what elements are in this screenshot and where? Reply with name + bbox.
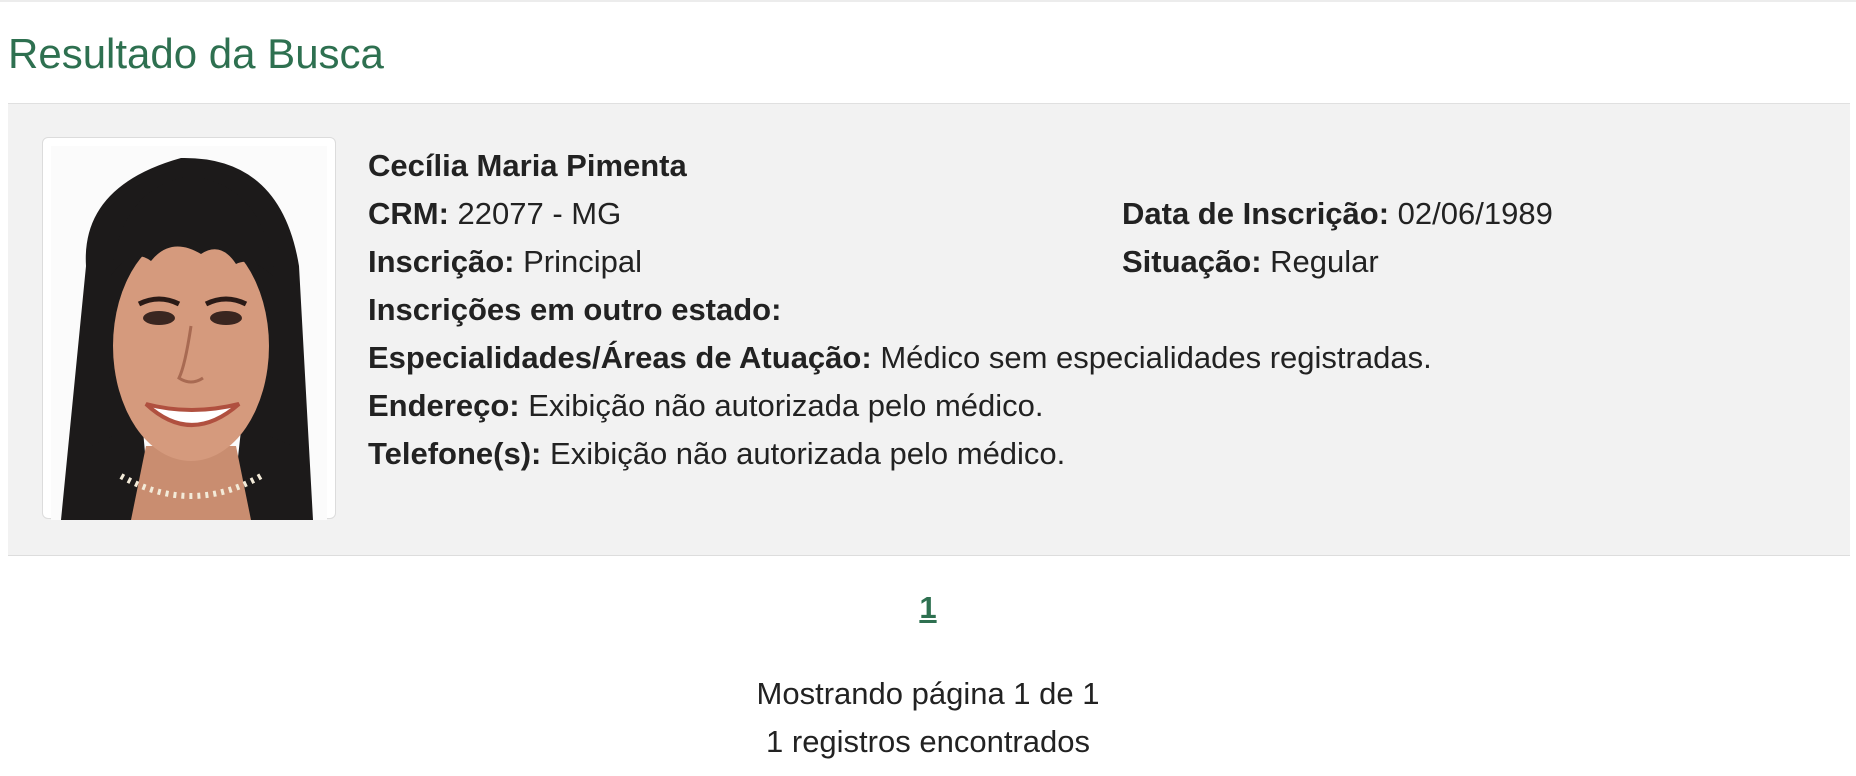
endereco-row: Endereço: Exibição não autorizada pelo m… [368, 382, 1828, 430]
result-card: Cecília Maria Pimenta CRM: 22077 - MG Da… [8, 103, 1850, 556]
data-inscricao-label: Data de Inscrição: [1122, 196, 1390, 231]
doctor-info: Cecília Maria Pimenta CRM: 22077 - MG Da… [368, 142, 1828, 478]
page-title: Resultado da Busca [8, 30, 384, 77]
doctor-name-row: Cecília Maria Pimenta [368, 142, 1828, 190]
inscricao-value: Principal [523, 244, 642, 279]
telefone-label: Telefone(s): [368, 436, 542, 471]
doctor-name: Cecília Maria Pimenta [368, 148, 687, 183]
situacao-label: Situação: [1122, 244, 1262, 279]
crm-label: CRM: [368, 196, 449, 231]
page-status-text: Mostrando página 1 de 1 [756, 676, 1100, 711]
outro-estado-row: Inscrições em outro estado: [368, 286, 1828, 334]
especialidades-row: Especialidades/Áreas de Atuação: Médico … [368, 334, 1828, 382]
especialidades-value: Médico sem especialidades registradas. [880, 340, 1432, 375]
telefone-value: Exibição não autorizada pelo médico. [550, 436, 1066, 471]
outro-estado-label: Inscrições em outro estado: [368, 292, 782, 327]
results-summary: Mostrando página 1 de 1 1 registros enco… [0, 670, 1856, 766]
crm-value: 22077 - MG [457, 196, 622, 231]
top-divider [0, 0, 1856, 2]
page-link-1[interactable]: 1 [919, 590, 936, 625]
endereco-label: Endereço: [368, 388, 520, 423]
inscricao-row: Inscrição: Principal Situação: Regular [368, 238, 1828, 286]
endereco-value: Exibição não autorizada pelo médico. [528, 388, 1044, 423]
situacao-value: Regular [1270, 244, 1379, 279]
doctor-photo-frame [42, 137, 336, 520]
records-count-text: 1 registros encontrados [766, 724, 1090, 759]
especialidades-label: Especialidades/Áreas de Atuação: [368, 340, 872, 375]
data-inscricao-field: Data de Inscrição: 02/06/1989 [1122, 190, 1553, 238]
doctor-photo [51, 146, 327, 520]
inscricao-label: Inscrição: [368, 244, 515, 279]
situacao-field: Situação: Regular [1122, 238, 1379, 286]
pagination: 1 [0, 590, 1856, 626]
telefone-row: Telefone(s): Exibição não autorizada pel… [368, 430, 1828, 478]
data-inscricao-value: 02/06/1989 [1397, 196, 1553, 231]
crm-row: CRM: 22077 - MG Data de Inscrição: 02/06… [368, 190, 1828, 238]
